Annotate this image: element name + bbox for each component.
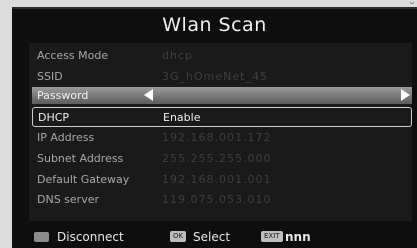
row-label: Access Mode bbox=[37, 49, 109, 62]
disconnect-hint[interactable]: Disconnect bbox=[57, 230, 124, 244]
arrow-right-icon[interactable] bbox=[401, 89, 410, 101]
row-default-gateway[interactable]: Default Gateway 192.168.001.001 bbox=[32, 169, 412, 189]
row-label: DNS server bbox=[37, 193, 99, 206]
exit-key-icon: EXIT bbox=[261, 231, 283, 242]
select-hint[interactable]: Select bbox=[193, 230, 230, 244]
page-title: Wlan Scan bbox=[162, 14, 267, 36]
row-value: 255.255.255.000 bbox=[162, 152, 272, 165]
row-value: 192.168.001.001 bbox=[162, 173, 272, 186]
row-subnet-address[interactable]: Subnet Address 255.255.255.000 bbox=[32, 148, 412, 168]
row-label: Subnet Address bbox=[37, 152, 124, 165]
footer-hints: Disconnect OK Select EXIT nnn bbox=[12, 230, 417, 248]
row-dhcp[interactable]: DHCP Enable bbox=[32, 107, 412, 127]
row-ip-address[interactable]: IP Address 192.168.001.172 bbox=[32, 127, 412, 147]
row-value: 192.168.001.172 bbox=[162, 131, 272, 144]
row-ssid[interactable]: SSID 3G_hOmeNet_45 bbox=[32, 66, 412, 86]
row-value: 3G_hOmeNet_45 bbox=[162, 70, 268, 83]
row-label: Password bbox=[37, 89, 89, 102]
row-access-mode[interactable]: Access Mode dhcp bbox=[32, 45, 412, 65]
wlan-scan-screen: Wlan Scan Access Mode dhcp SSID 3G_hOmeN… bbox=[12, 7, 417, 248]
ok-key-icon: OK bbox=[170, 231, 187, 242]
row-label: SSID bbox=[37, 70, 63, 83]
row-label: Default Gateway bbox=[37, 173, 130, 186]
row-dns-server[interactable]: DNS server 119.075.053.010 bbox=[32, 189, 412, 209]
corner-mark: ᴗ bbox=[409, 0, 414, 6]
row-label: DHCP bbox=[38, 111, 70, 124]
arrow-left-icon[interactable] bbox=[144, 89, 153, 101]
row-value: Enable bbox=[163, 111, 201, 124]
exit-hint[interactable]: nnn bbox=[285, 230, 311, 244]
row-value: 119.075.053.010 bbox=[162, 193, 272, 206]
row-value: dhcp bbox=[162, 49, 193, 62]
row-password[interactable]: Password bbox=[32, 87, 412, 104]
row-label: IP Address bbox=[37, 131, 95, 144]
grey-key-icon bbox=[34, 232, 49, 242]
